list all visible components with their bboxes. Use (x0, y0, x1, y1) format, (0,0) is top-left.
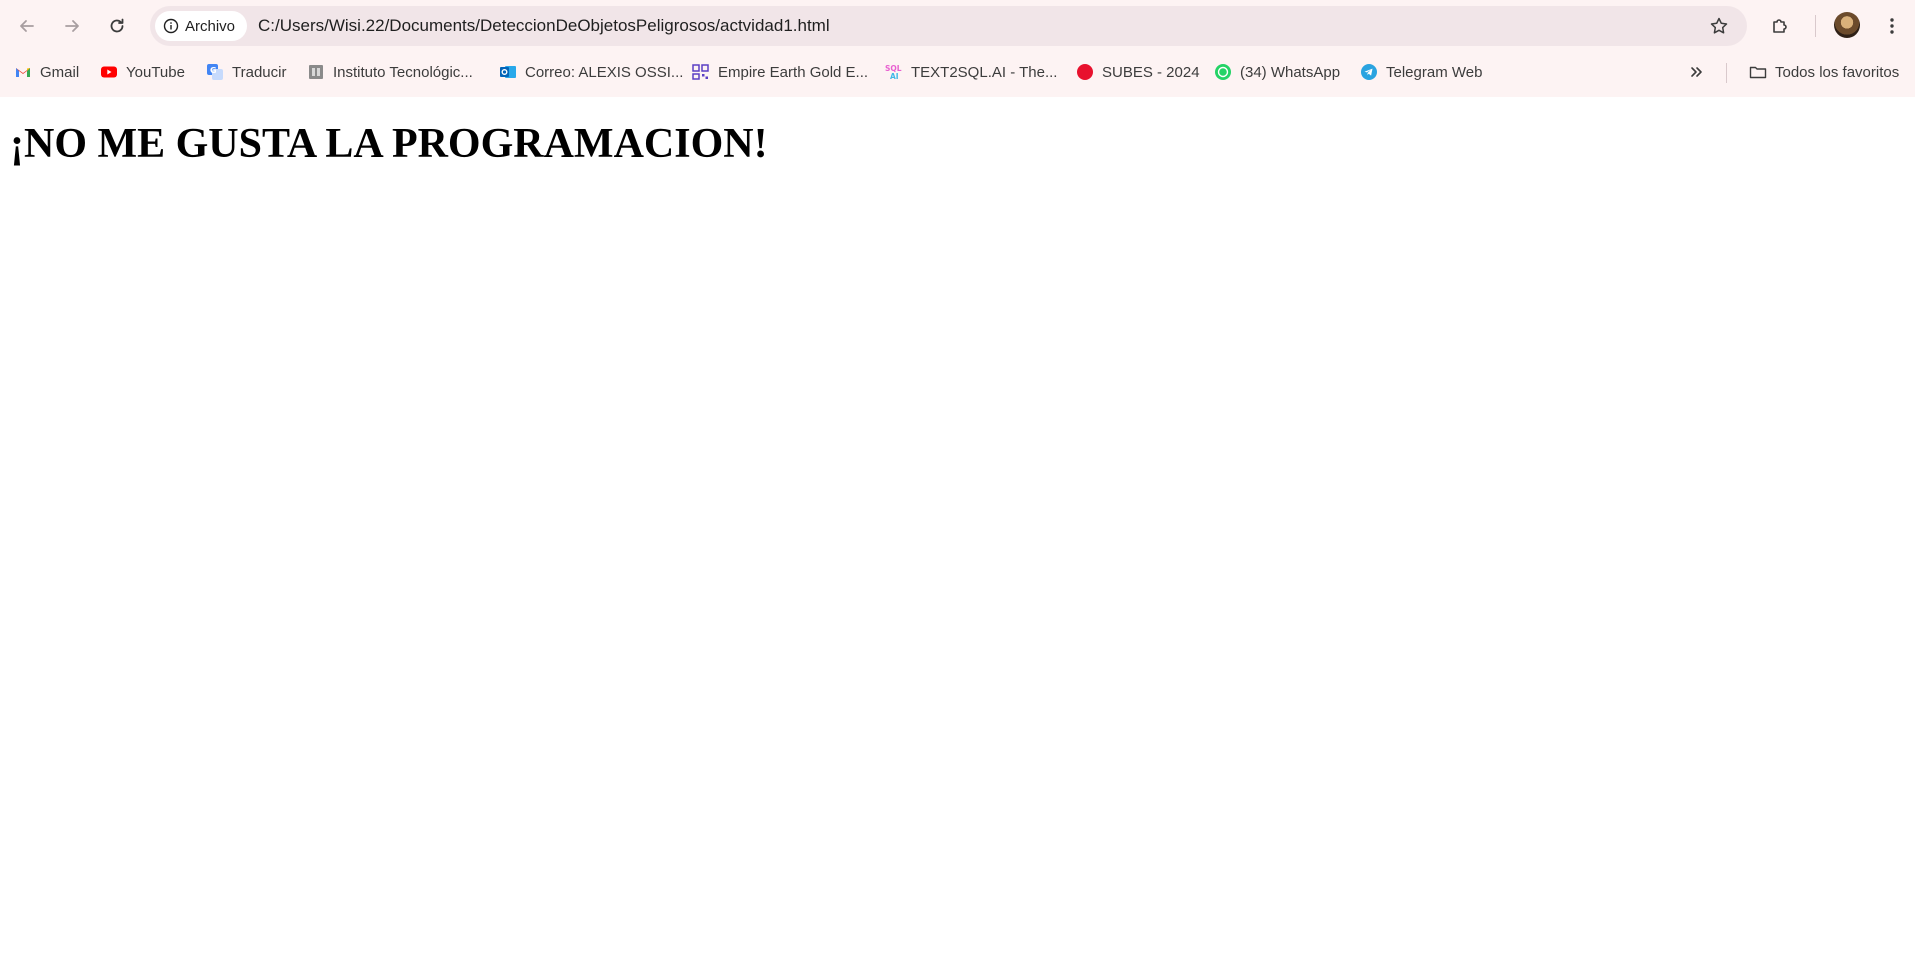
bookmark-instituto[interactable]: Instituto Tecnológic... (307, 56, 473, 88)
bookmark-label: TEXT2SQL.AI - The... (911, 63, 1058, 81)
folder-icon (1749, 63, 1767, 81)
sql-ai-icon: SQL AI (885, 63, 903, 81)
back-button[interactable] (9, 8, 45, 44)
reload-icon (110, 18, 124, 33)
bookmark-label: Telegram Web (1386, 63, 1483, 81)
bookmark-label: Instituto Tecnológic... (333, 63, 473, 81)
gmail-icon (14, 63, 32, 81)
profile-avatar[interactable] (1834, 12, 1860, 38)
bookmark-star-icon[interactable] (1709, 16, 1729, 36)
translate-icon: G (206, 63, 224, 81)
forward-button[interactable] (54, 8, 90, 44)
menu-button[interactable] (1876, 10, 1908, 42)
bookmark-correo[interactable]: Correo: ALEXIS OSSI... (499, 56, 683, 88)
url-text[interactable]: C:/Users/Wisi.22/Documents/DeteccionDeOb… (258, 6, 830, 46)
toolbar-divider (1815, 15, 1816, 37)
page-heading: ¡NO ME GUSTA LA PROGRAMACION! (10, 121, 768, 167)
site-info-chip[interactable]: Archivo (155, 11, 248, 41)
bookmark-label: Correo: ALEXIS OSSI... (525, 63, 684, 81)
telegram-icon (1360, 63, 1378, 81)
bookmarks-bar: Gmail YouTube G Traducir Instituto Tecno… (0, 56, 1915, 88)
more-bookmarks-button[interactable] (1688, 56, 1706, 88)
outlook-icon (499, 63, 517, 81)
bookmark-label: YouTube (126, 63, 185, 81)
bookmark-label: Gmail (40, 63, 80, 81)
bookmark-label: Traducir (232, 63, 287, 81)
bookmark-label: (34) WhatsApp (1240, 63, 1341, 81)
browser-chrome: Archivo C:/Users/Wisi.22/Documents/Detec… (0, 0, 1915, 97)
bookmark-text2sql[interactable]: SQL AI TEXT2SQL.AI - The... (885, 56, 1057, 88)
chevron-double-right-icon (1688, 63, 1706, 81)
whatsapp-icon (1214, 63, 1232, 81)
bookmark-label: SUBES - 2024 (1102, 63, 1200, 81)
bookmarks-divider (1726, 63, 1727, 83)
bookmark-gmail[interactable]: Gmail (14, 56, 79, 88)
all-bookmarks-folder[interactable]: Todos los favoritos (1749, 56, 1899, 88)
bookmark-youtube[interactable]: YouTube (100, 56, 185, 88)
qr-icon (692, 63, 710, 81)
svg-text:G: G (210, 66, 217, 75)
bookmark-telegram[interactable]: Telegram Web (1360, 56, 1482, 88)
address-bar[interactable]: Archivo C:/Users/Wisi.22/Documents/Detec… (150, 6, 1747, 46)
puzzle-icon (1773, 19, 1787, 33)
red-dot-icon (1076, 63, 1094, 81)
reload-button[interactable] (99, 8, 135, 44)
info-icon (163, 18, 179, 34)
bookmark-traducir[interactable]: G Traducir (206, 56, 286, 88)
kebab-menu-icon (1890, 18, 1894, 34)
arrow-right-icon (65, 20, 79, 32)
institute-icon (307, 63, 325, 81)
bookmark-whatsapp[interactable]: (34) WhatsApp (1214, 56, 1340, 88)
page-content: ¡NO ME GUSTA LA PROGRAMACION! (0, 97, 1915, 961)
site-chip-label: Archivo (185, 17, 236, 35)
youtube-icon (100, 63, 118, 81)
bookmark-label: Empire Earth Gold E... (718, 63, 869, 81)
all-bookmarks-label: Todos los favoritos (1775, 63, 1900, 81)
bookmark-subes[interactable]: SUBES - 2024 (1076, 56, 1200, 88)
svg-text:AI: AI (890, 72, 899, 81)
browser-toolbar: Archivo C:/Users/Wisi.22/Documents/Detec… (0, 0, 1915, 52)
arrow-left-icon (20, 20, 34, 32)
bookmark-empire-earth[interactable]: Empire Earth Gold E... (692, 56, 868, 88)
extensions-button[interactable] (1764, 10, 1796, 42)
